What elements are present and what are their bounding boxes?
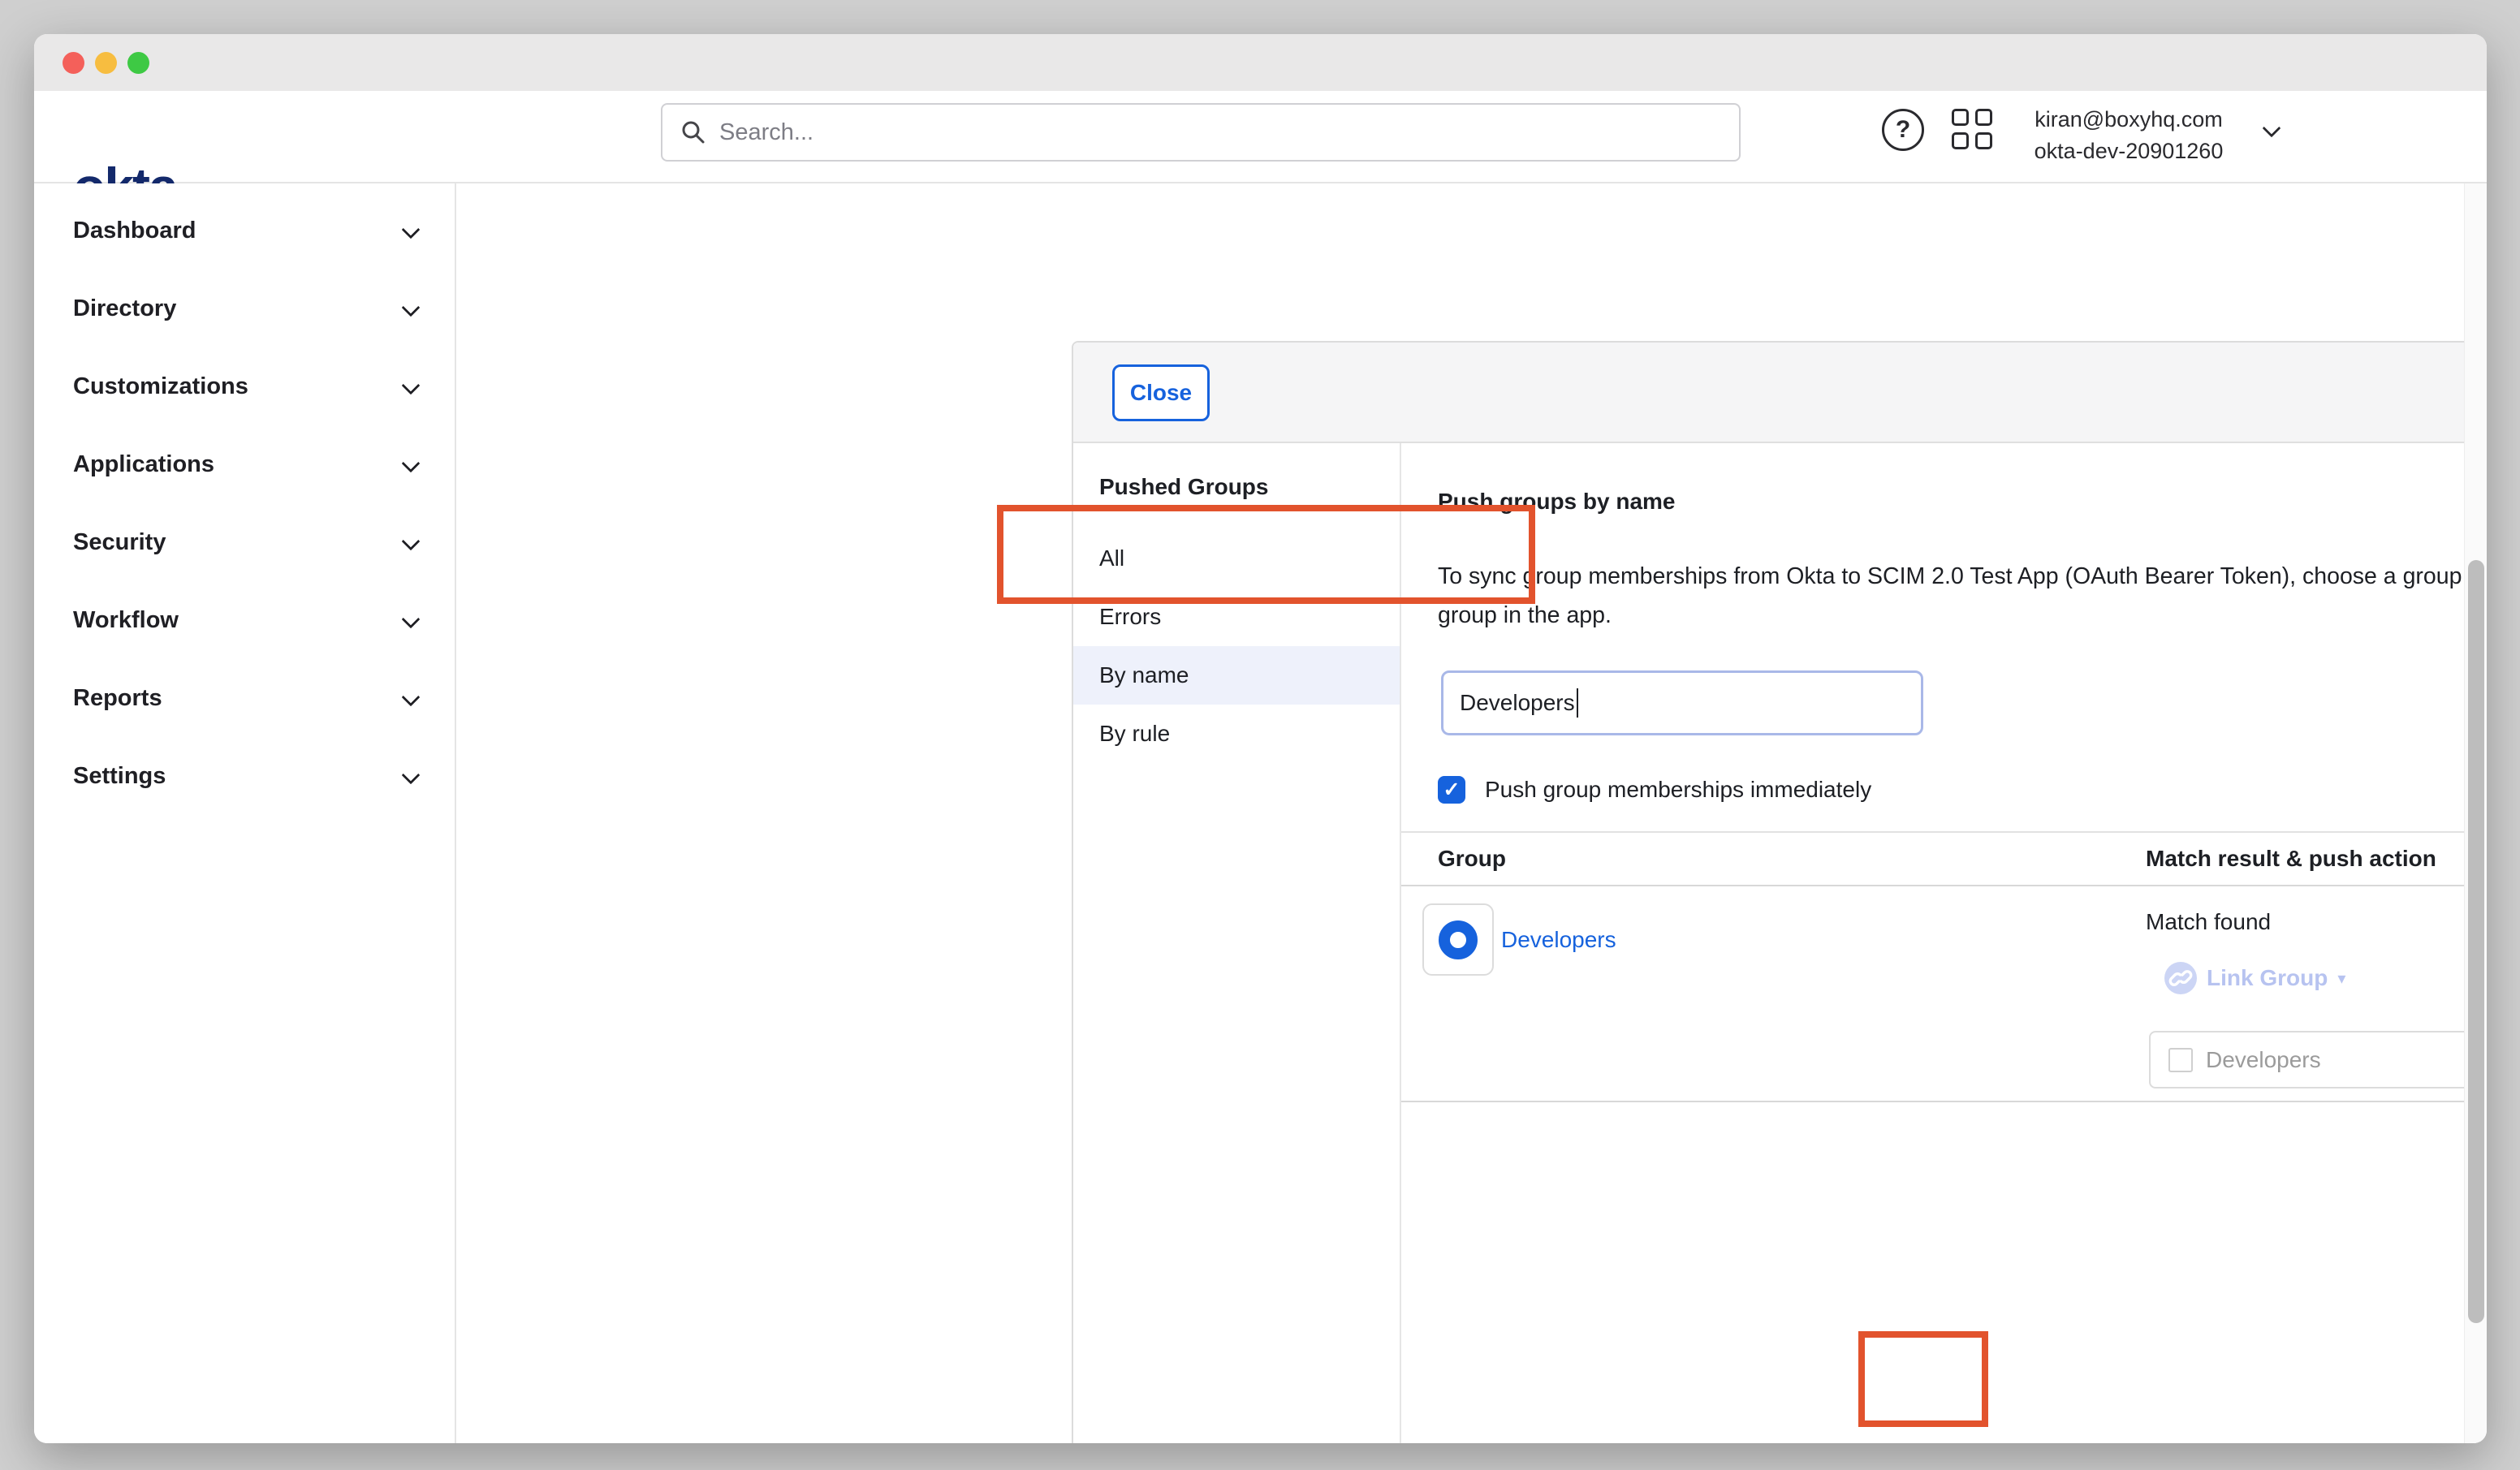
scrollbar-thumb[interactable] bbox=[2468, 560, 2484, 1323]
column-header-match: Match result & push action bbox=[2146, 846, 2436, 872]
sidebar-item-directory[interactable]: Directory bbox=[73, 292, 417, 325]
column-header-group: Group bbox=[1438, 846, 1506, 872]
group-input-value: Developers bbox=[1460, 690, 1575, 716]
main-content: Close Pushed Groups All Errors By name B… bbox=[458, 183, 2464, 1443]
browser-window: okta ? kiran@boxyhq.com okta-dev-2090126… bbox=[34, 34, 2487, 1443]
chevron-down-icon bbox=[402, 532, 421, 551]
nav-item-all[interactable]: All bbox=[1073, 529, 1400, 588]
panel-header: Close bbox=[1073, 343, 2487, 443]
table-header: Group Match result & push action bbox=[1401, 831, 2487, 886]
apps-grid-icon[interactable] bbox=[1952, 109, 1996, 153]
nav-item-errors[interactable]: Errors bbox=[1073, 588, 1400, 646]
help-icon[interactable]: ? bbox=[1882, 109, 1924, 151]
nav-item-by-name[interactable]: By name bbox=[1073, 646, 1400, 705]
match-status-text: Match found bbox=[2146, 909, 2271, 935]
group-name-input[interactable]: Developers bbox=[1441, 670, 1923, 735]
chevron-down-icon bbox=[402, 766, 421, 785]
page-title: Push groups by name bbox=[1438, 489, 1676, 515]
account-org: okta-dev-20901260 bbox=[2007, 136, 2250, 167]
checkmark-icon: ✓ bbox=[1443, 778, 1461, 802]
search-icon bbox=[679, 118, 708, 147]
window-close-button[interactable] bbox=[63, 52, 84, 74]
chevron-down-icon bbox=[402, 377, 421, 395]
scrollbar-track[interactable] bbox=[2464, 183, 2487, 1443]
sidebar: Dashboard Directory Customizations Appli… bbox=[34, 183, 456, 1443]
chevron-down-icon bbox=[402, 455, 421, 473]
window-zoom-button[interactable] bbox=[127, 52, 149, 74]
group-icon-card bbox=[1422, 903, 1494, 976]
push-immediately-label: Push group memberships immediately bbox=[1485, 776, 1871, 804]
chevron-down-icon bbox=[402, 299, 421, 317]
account-menu[interactable]: kiran@boxyhq.com okta-dev-20901260 bbox=[2007, 104, 2250, 167]
app-group-select-value: Developers bbox=[2206, 1047, 2487, 1073]
close-button[interactable]: Close bbox=[1112, 364, 1210, 421]
pushed-groups-nav: Pushed Groups All Errors By name By rule bbox=[1073, 443, 1401, 1443]
sidebar-item-security[interactable]: Security bbox=[73, 526, 417, 558]
sidebar-item-applications[interactable]: Applications bbox=[73, 448, 417, 481]
chevron-down-icon bbox=[402, 610, 421, 629]
app-header: okta ? kiran@boxyhq.com okta-dev-2090126… bbox=[34, 91, 2487, 183]
search-input[interactable] bbox=[719, 119, 1739, 146]
account-chevron-down-icon[interactable] bbox=[2263, 119, 2281, 138]
app-group-checkbox-icon bbox=[2168, 1048, 2193, 1072]
okta-group-icon bbox=[1439, 920, 1478, 959]
description-text: To sync group memberships from Okta to S… bbox=[1438, 557, 2487, 635]
link-group-caret-icon: ▾ bbox=[2337, 968, 2345, 989]
push-groups-panel: Close Pushed Groups All Errors By name B… bbox=[1072, 341, 2487, 1443]
sidebar-item-dashboard[interactable]: Dashboard bbox=[73, 214, 417, 247]
pushed-groups-title: Pushed Groups bbox=[1099, 474, 1268, 500]
sidebar-item-reports[interactable]: Reports bbox=[73, 682, 417, 714]
nav-item-by-rule[interactable]: By rule bbox=[1073, 705, 1400, 763]
link-icon bbox=[2164, 962, 2197, 994]
sidebar-item-settings[interactable]: Settings bbox=[73, 760, 417, 792]
sidebar-item-workflow[interactable]: Workflow bbox=[73, 604, 417, 636]
table-row: Developers Match found Link Group ▾ bbox=[1401, 886, 2487, 1102]
window-minimize-button[interactable] bbox=[95, 52, 117, 74]
text-cursor bbox=[1577, 688, 1579, 718]
account-email: kiran@boxyhq.com bbox=[2007, 104, 2250, 136]
push-immediately-checkbox[interactable]: ✓ bbox=[1438, 776, 1465, 804]
desktop: okta ? kiran@boxyhq.com okta-dev-2090126… bbox=[0, 0, 2520, 1470]
sidebar-item-customizations[interactable]: Customizations bbox=[73, 370, 417, 403]
chevron-down-icon bbox=[402, 688, 421, 707]
chevron-down-icon bbox=[402, 221, 421, 239]
link-group-label: Link Group bbox=[2207, 965, 2328, 991]
link-group-action[interactable]: Link Group ▾ bbox=[2164, 962, 2345, 994]
window-titlebar bbox=[34, 34, 2487, 91]
group-name-link[interactable]: Developers bbox=[1501, 927, 1616, 953]
app-group-select[interactable]: Developers ▾ bbox=[2149, 1031, 2487, 1088]
global-search[interactable] bbox=[661, 103, 1741, 162]
